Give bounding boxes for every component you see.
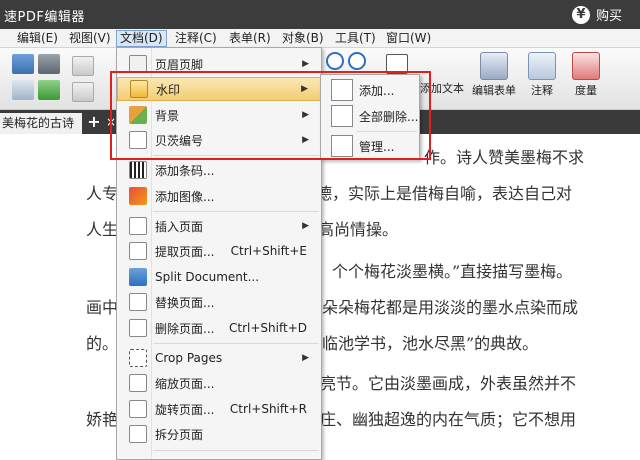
menu-item-add-image[interactable]: 添加图像... <box>117 184 321 208</box>
annotate-button[interactable]: 注释 <box>528 52 556 98</box>
highlight-annotation-box <box>110 71 431 160</box>
menu-separator <box>153 343 319 344</box>
menu-separator <box>153 450 319 451</box>
rotate-page-icon <box>129 400 147 418</box>
menu-item-extract-pages[interactable]: 提取页面... Ctrl+Shift+E <box>117 239 321 263</box>
measure-icon <box>572 52 600 80</box>
menu-item-rotate-pages[interactable]: 旋转页面... Ctrl+Shift+R <box>117 397 321 421</box>
buy-button[interactable]: ¥ 购买 <box>572 4 622 25</box>
submenu-arrow-icon: ▶ <box>302 59 309 69</box>
split-page-icon <box>129 425 147 443</box>
print-icon[interactable] <box>38 54 60 74</box>
doc-line: 朵朵梅花都是用淡淡的墨水点染而成 <box>322 298 579 317</box>
annotate-icon <box>528 52 556 80</box>
form-icon <box>480 52 508 80</box>
extract-page-icon <box>129 242 147 260</box>
insert-page-icon <box>129 217 147 235</box>
menu-item-label: Crop Pages <box>155 351 223 365</box>
edit-form-label: 编辑表单 <box>472 84 516 97</box>
menu-item-resize-pages[interactable]: 缩放页面... <box>117 371 321 395</box>
menu-object[interactable]: 对象(B) <box>279 30 327 47</box>
menu-item-label: 页眉页脚 <box>155 57 204 72</box>
menu-item-label: 添加条码... <box>155 163 215 178</box>
crop-icon <box>129 349 147 367</box>
menu-item-label: 提取页面... <box>155 244 215 259</box>
menu-separator <box>153 211 319 212</box>
submenu-arrow-icon: ▶ <box>302 353 309 363</box>
menu-item-label: Split Document... <box>155 270 260 284</box>
doc-line: 德，实际上是借梅自喻，表达自己对 <box>316 184 573 203</box>
menu-item-label: 旋转页面... <box>155 402 215 417</box>
doc-line: 画中 <box>86 298 119 317</box>
measure-button[interactable]: 度量 <box>572 52 600 98</box>
image-icon <box>129 187 147 205</box>
measure-label: 度量 <box>575 84 597 97</box>
doc-line: 亮节。它由淡墨画成，外表虽然并不 <box>320 374 577 393</box>
menu-tools[interactable]: 工具(T) <box>332 30 379 47</box>
yen-icon: ¥ <box>572 5 590 24</box>
annotate-label: 注释 <box>531 84 553 97</box>
doc-line: 高尚情操。 <box>318 220 399 239</box>
doc-line: 的。 <box>86 334 119 353</box>
split-document-icon <box>129 268 147 286</box>
zoom-in-icon[interactable] <box>326 52 344 70</box>
menu-item-shortcut: Ctrl+Shift+R <box>229 402 307 416</box>
menu-edit[interactable]: 编辑(E) <box>14 30 61 47</box>
title-bar: 速PDF编辑器 ¥ 购买 <box>0 0 640 29</box>
menu-item-split-pages[interactable]: 拆分页面 <box>117 422 321 446</box>
export-icon[interactable] <box>38 80 60 100</box>
doc-line: 临池学书，池水尽黑”的典故。 <box>322 334 539 353</box>
document-tab[interactable]: 美梅花的古诗 <box>0 113 82 134</box>
properties-icon[interactable] <box>72 82 94 102</box>
menu-item-crop-pages[interactable]: Crop Pages ▶ <box>117 346 321 370</box>
doc-line: 作。诗人赞美墨梅不求 <box>424 148 585 167</box>
app-title: 速PDF编辑器 <box>4 10 85 25</box>
delete-page-icon <box>129 319 147 337</box>
barcode-icon <box>129 161 147 179</box>
menu-item-label: 缩放页面... <box>155 376 215 391</box>
menu-document[interactable]: 文档(D) <box>116 30 167 47</box>
menu-window[interactable]: 窗口(W) <box>383 30 434 47</box>
submenu-arrow-icon: ▶ <box>302 221 309 231</box>
menu-item-add-barcode[interactable]: 添加条码... <box>117 158 321 182</box>
doc-line: 庄、幽独超逸的内在气质；它不想用 <box>320 410 577 429</box>
doc-line: 人专 <box>86 184 119 203</box>
menu-item-shortcut: Ctrl+Shift+D <box>229 321 307 335</box>
zoom-out-icon[interactable] <box>348 52 366 70</box>
menu-item-label: 删除页面... <box>155 321 215 336</box>
edit-form-button[interactable]: 编辑表单 <box>472 52 516 98</box>
doc-line: 人生 <box>86 220 119 239</box>
resize-page-icon <box>129 374 147 392</box>
menu-item-delete-pages[interactable]: 删除页面... Ctrl+Shift+D <box>117 316 321 340</box>
save-icon[interactable] <box>12 54 34 74</box>
menu-bar: 编辑(E) 视图(V) 文档(D) 注释(C) 表单(R) 对象(B) 工具(T… <box>0 29 640 48</box>
menu-view[interactable]: 视图(V) <box>66 30 114 47</box>
open-icon[interactable] <box>72 56 94 76</box>
menu-form[interactable]: 表单(R) <box>226 30 274 47</box>
doc-line: 娇艳 <box>86 410 119 429</box>
menu-item-replace-pages[interactable]: 替换页面... <box>117 290 321 314</box>
new-tab-icon[interactable]: + <box>86 114 102 131</box>
menu-item-label: 添加图像... <box>155 189 215 204</box>
doc-line: 个个梅花淡墨横。”直接描写墨梅。 <box>332 262 573 281</box>
menu-item-label: 插入页面 <box>155 219 204 234</box>
menu-item-split-document[interactable]: Split Document... <box>117 265 321 289</box>
buy-label: 购买 <box>596 9 623 24</box>
menu-item-label: 拆分页面 <box>155 427 204 442</box>
menu-item-shortcut: Ctrl+Shift+E <box>230 244 307 258</box>
menu-item-insert-pages[interactable]: 插入页面 ▶ <box>117 214 321 238</box>
menu-item-label: 替换页面... <box>155 295 215 310</box>
replace-page-icon <box>129 293 147 311</box>
menu-annotate[interactable]: 注释(C) <box>172 30 220 47</box>
scan-icon[interactable] <box>12 80 34 100</box>
